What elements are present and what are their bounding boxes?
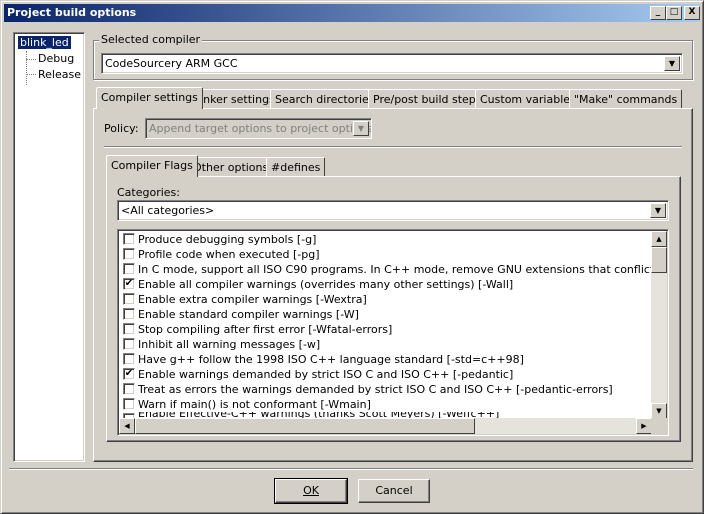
compiler-select[interactable]: CodeSourcery ARM GCC ▼ [101,53,683,74]
flag-row-pedantic-errors[interactable]: Treat as errors the warnings demanded by… [121,382,651,397]
maximize-button[interactable]: □ [666,6,682,20]
flag-label: Enable all compiler warnings (overrides … [138,278,514,291]
target-tree[interactable]: blink_led Debug Release [13,32,85,462]
flag-label: Inhibit all warning messages [-w] [138,338,321,351]
tab-compiler-settings[interactable]: Compiler settings [96,87,203,109]
close-button[interactable]: X [684,6,700,20]
flag-row-wmain[interactable]: Warn if main() is not conformant [-Wmain… [121,397,651,412]
tab-make-commands[interactable]: "Make" commands [569,89,683,109]
tree-connector [26,59,36,60]
tab-other-options[interactable]: Other options [188,157,274,177]
tree-connector [26,51,27,85]
tab-defines[interactable]: #defines [266,157,326,177]
chevron-down-icon: ▼ [353,121,369,136]
flag-row-w-standard[interactable]: Enable standard compiler warnings [-W] [121,307,651,322]
flag-row-wextra[interactable]: Enable extra compiler warnings [-Wextra] [121,292,651,307]
cancel-button-label: Cancel [375,484,413,497]
tab-search-directories[interactable]: Search directories [270,89,380,109]
flag-checkbox[interactable] [123,233,135,245]
flag-row-pg[interactable]: Profile code when executed [-pg] [121,247,651,262]
flag-label: Stop compiling after first error [-Wfata… [138,323,393,336]
ok-button-label: OK [303,484,319,497]
policy-separator [104,146,682,148]
flag-checkbox[interactable] [123,353,135,365]
scroll-up-icon[interactable]: ▲ [651,231,667,247]
flag-label: Have g++ follow the 1998 ISO C++ languag… [138,353,524,366]
flag-checkbox[interactable] [123,263,135,275]
flag-row-w-inhibit[interactable]: Inhibit all warning messages [-w] [121,337,651,352]
categories-select-value: <All categories> [121,204,215,217]
scrollbar-corner [651,418,667,434]
flag-row-g[interactable]: Produce debugging symbols [-g] [121,232,651,247]
flag-checkbox[interactable] [123,338,135,350]
minimize-button[interactable]: _ [650,6,666,20]
tab-compiler-flags[interactable]: Compiler Flags [106,155,198,177]
flag-checkbox-checked[interactable]: ✔ [123,278,135,290]
flag-row-std-cpp98[interactable]: Have g++ follow the 1998 ISO C++ languag… [121,352,651,367]
window-title: Project build options [7,6,137,19]
ok-button[interactable]: OK [274,478,348,504]
chevron-down-icon[interactable]: ▼ [664,56,680,71]
scroll-left-icon[interactable]: ◀ [119,418,135,434]
vertical-scroll-thumb[interactable] [651,247,667,273]
flag-checkbox[interactable] [123,398,135,410]
flag-checkbox[interactable] [123,293,135,305]
horizontal-scroll-thumb[interactable] [135,418,475,434]
tree-connector [26,74,36,75]
horizontal-scrollbar[interactable]: ◀ ▶ [119,418,652,434]
vertical-scrollbar[interactable]: ▲ ▼ [651,231,667,419]
policy-select: Append target options to project options… [145,118,372,139]
policy-select-value: Append target options to project options [149,122,372,135]
flag-label: Produce debugging symbols [-g] [138,233,317,246]
tab-pre-post-build-steps[interactable]: Pre/post build steps [368,89,487,109]
flag-label: In C mode, support all ISO C90 programs.… [138,263,651,276]
tab-custom-variables[interactable]: Custom variables [475,89,581,109]
policy-label: Policy: [104,122,139,135]
chevron-down-icon[interactable]: ▼ [650,203,666,218]
compiler-select-value: CodeSourcery ARM GCC [105,57,238,70]
flag-checkbox[interactable] [123,248,135,260]
flag-label: Profile code when executed [-pg] [138,248,320,261]
flag-row-pedantic[interactable]: ✔ Enable warnings demanded by strict ISO … [121,367,651,382]
scroll-down-icon[interactable]: ▼ [651,403,667,419]
flag-checkbox[interactable] [123,308,135,320]
tree-item-release[interactable]: Release [38,68,81,81]
flag-row-ansi[interactable]: In C mode, support all ISO C90 programs.… [121,262,651,277]
flag-label: Enable extra compiler warnings [-Wextra] [138,293,367,306]
title-bar: Project build options _ □ X [4,4,700,22]
flag-label: Enable warnings demanded by strict ISO C… [138,368,514,381]
project-build-options-window: Project build options _ □ X blink_led De… [0,0,704,514]
flag-label: Treat as errors the warnings demanded by… [138,383,613,396]
cancel-button[interactable]: Cancel [358,479,430,503]
flag-row-wall[interactable]: ✔ Enable all compiler warnings (overrides… [121,277,651,292]
categories-label: Categories: [117,186,180,199]
flag-row-wfatal-errors[interactable]: Stop compiling after first error [-Wfata… [121,322,651,337]
footer-divider [9,468,693,470]
categories-select[interactable]: <All categories> ▼ [117,200,669,221]
tree-item-debug[interactable]: Debug [38,52,74,65]
compiler-flags-list[interactable]: Produce debugging symbols [-g] Profile c… [117,229,669,436]
scroll-right-icon[interactable]: ▶ [636,418,652,434]
flag-checkbox[interactable] [123,383,135,395]
flag-label: Warn if main() is not conformant [-Wmain… [138,398,371,411]
flag-label: Enable standard compiler warnings [-W] [138,308,359,321]
tree-item-project[interactable]: blink_led [17,35,72,50]
flag-checkbox-checked[interactable]: ✔ [123,368,135,380]
selected-compiler-label: Selected compiler [99,33,203,46]
flag-checkbox[interactable] [123,323,135,335]
